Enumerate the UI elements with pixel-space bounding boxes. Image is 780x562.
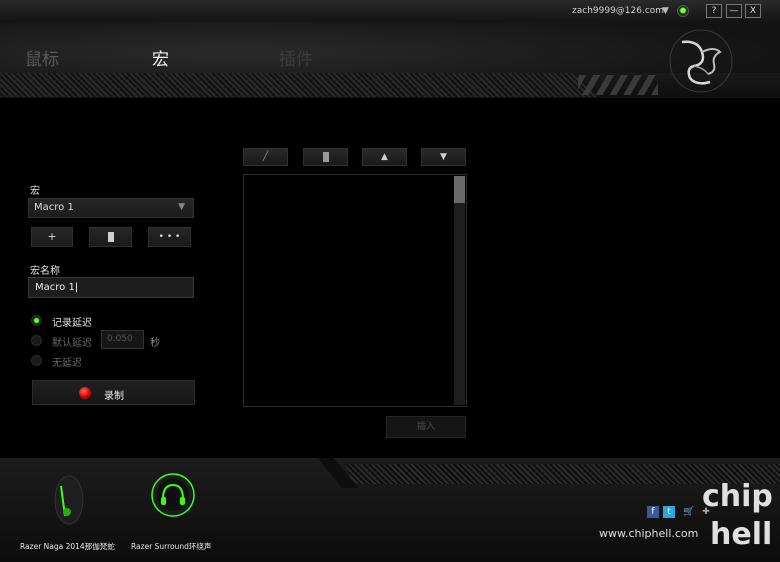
tab-plugin[interactable]: 插件 [279,45,313,70]
chevron-down-icon: ▼ [178,202,185,212]
cart-icon[interactable]: 🛒 [683,506,695,518]
arrow-down-icon: ▼ [440,152,447,162]
no-delay-radio[interactable] [31,355,42,366]
pencil-icon: ╱ [262,152,269,162]
trash-icon [322,152,329,162]
facebook-icon[interactable]: f [647,506,659,518]
device-naga-label: Razer Naga 2014那伽梵蛇 [20,542,115,551]
watermark-chip: chip [702,479,772,514]
delete-macro-button[interactable] [89,227,132,247]
header-stripes [578,75,658,95]
macro-steps-list[interactable] [243,174,467,407]
add-macro-button[interactable]: + [31,227,73,247]
headphones-icon[interactable] [150,472,196,518]
delay-unit-label: 秒 [150,338,160,349]
tab-mouse[interactable]: 鼠标 [25,45,59,70]
title-bar: zach9999@126.com ▼ ? — X [0,0,780,22]
move-up-button[interactable]: ▲ [362,148,407,166]
default-delay-field[interactable]: 0.050 [101,330,144,349]
user-email[interactable]: zach9999@126.com [572,6,664,16]
triangle-down-icon[interactable]: ▼ [662,6,669,16]
device-surround-label: Razer Surround环绕声 [131,542,212,551]
arrow-up-icon: ▲ [381,152,388,162]
macro-name-field[interactable]: Macro 1| [28,277,194,298]
watermark-hell: hell [710,517,772,552]
default-delay-label: 默认延迟 [52,338,92,349]
trash-icon [107,232,114,242]
site-url: www.chiphell.com [599,527,699,540]
twitter-icon[interactable]: t [663,506,675,518]
tab-macro[interactable]: 宏 [152,45,169,70]
macro-name-label: 宏名称 [30,266,60,277]
record-button[interactable]: 录制 [32,380,195,405]
close-button[interactable]: X [745,4,761,18]
minimize-button[interactable]: — [726,4,742,18]
macro-select[interactable]: Macro 1 ▼ [28,198,194,218]
more-options-button[interactable]: • • • [148,227,191,247]
no-delay-label: 无延迟 [52,358,82,369]
macro-select-value: Macro 1 [34,202,74,213]
record-icon [79,387,91,399]
scrollbar-thumb[interactable] [454,176,465,203]
chiphell-watermark: chip hell [702,479,772,552]
move-down-button[interactable]: ▼ [421,148,466,166]
record-button-label: 录制 [104,391,124,402]
help-button[interactable]: ? [706,4,722,18]
macro-name-value: Macro 1 [35,282,75,293]
macro-section-label: 宏 [30,186,40,197]
mouse-icon[interactable] [47,472,91,528]
scrollbar-track[interactable] [454,176,465,405]
default-delay-radio[interactable] [31,335,42,346]
insert-button[interactable]: 插入 [386,416,466,438]
razer-logo-icon [669,29,733,93]
record-delay-label: 记录延迟 [52,318,92,329]
record-delay-radio[interactable] [31,315,42,326]
delete-step-button[interactable] [303,148,348,166]
edit-step-button[interactable]: ╱ [243,148,288,166]
online-status-icon [677,5,689,17]
